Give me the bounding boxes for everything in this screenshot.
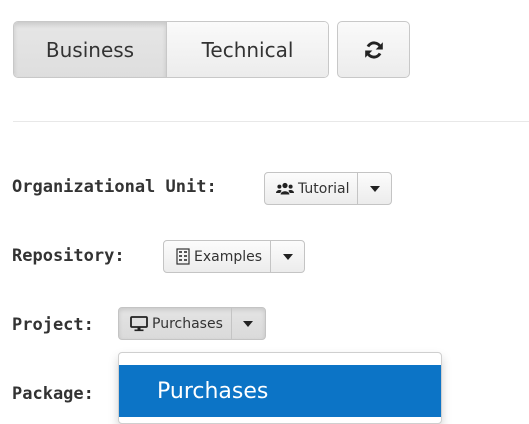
- caret-down-icon: [282, 253, 293, 260]
- repository-value: Examples: [194, 248, 263, 265]
- repository-icon: [176, 248, 190, 265]
- organizational-unit-selector: Tutorial: [264, 172, 393, 205]
- repository-label: Repository:: [12, 246, 125, 266]
- desktop-icon: [130, 315, 148, 332]
- project-label: Project:: [12, 315, 94, 335]
- refresh-button[interactable]: [337, 21, 410, 78]
- divider: [13, 121, 529, 122]
- organizational-unit-value: Tutorial: [298, 180, 350, 197]
- caret-down-icon: [369, 185, 380, 192]
- repository-button[interactable]: Examples: [164, 241, 272, 272]
- refresh-icon: [364, 40, 383, 59]
- project-dropdown-menu: Purchases: [118, 352, 442, 424]
- group-icon: [276, 182, 294, 196]
- organizational-unit-dropdown-toggle[interactable]: [358, 173, 391, 204]
- dropdown-item-purchases[interactable]: Purchases: [119, 365, 441, 417]
- repository-selector: Examples: [163, 240, 306, 273]
- project-dropdown-toggle[interactable]: [232, 308, 265, 339]
- view-toggle-group: Business Technical: [13, 21, 329, 78]
- project-value: Purchases: [152, 315, 223, 332]
- package-label: Package:: [12, 384, 94, 404]
- organizational-unit-button[interactable]: Tutorial: [265, 173, 359, 204]
- project-button[interactable]: Purchases: [119, 308, 232, 339]
- project-selector: Purchases: [118, 307, 266, 340]
- organizational-unit-label: Organizational Unit:: [12, 177, 217, 197]
- technical-view-button[interactable]: Technical: [167, 22, 328, 77]
- repository-dropdown-toggle[interactable]: [271, 241, 304, 272]
- business-view-button[interactable]: Business: [14, 22, 167, 77]
- caret-down-icon: [243, 320, 254, 327]
